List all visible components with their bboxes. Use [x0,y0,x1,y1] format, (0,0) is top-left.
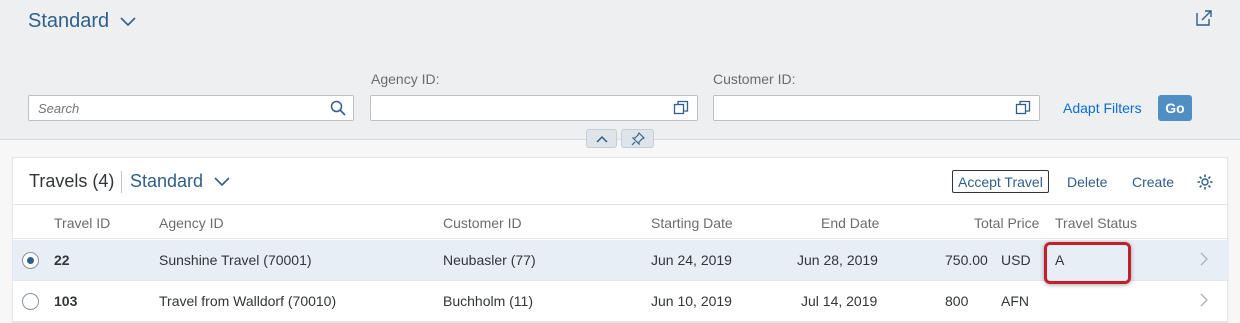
row-select-radio[interactable] [22,252,39,269]
col-starting-date[interactable]: Starting Date [651,215,733,231]
column-header-row: Travel ID Agency ID Customer ID Starting… [13,205,1229,239]
col-total-price[interactable]: Total Price [974,215,1039,231]
navigation-arrow-icon[interactable] [1200,252,1208,266]
search-icon[interactable] [330,100,346,116]
variant-label: Standard [28,10,110,32]
collapse-icon [595,135,608,143]
variant-selector[interactable]: Standard [28,10,137,33]
value-help-icon[interactable] [673,100,689,116]
col-customer-id[interactable]: Customer ID [443,215,522,231]
cell-agency: Travel from Walldorf (70010) [159,293,337,309]
cell-agency: Sunshine Travel (70001) [159,252,312,268]
customer-id-label: Customer ID: [713,71,796,87]
chevron-down-icon [120,16,136,26]
col-travel-id[interactable]: Travel ID [54,215,110,231]
customer-id-field[interactable] [713,95,1040,121]
cell-start-date: Jun 10, 2019 [651,293,732,309]
value-help-icon[interactable] [1015,100,1031,116]
share-icon[interactable] [1194,8,1214,28]
chevron-down-icon [214,176,230,186]
cell-customer: Neubasler (77) [443,252,536,268]
table-toolbar: Travels (4) Standard Accept Travel Delet… [13,158,1229,205]
table-title: Travels (4) [29,171,115,191]
cell-end-date: Jun 28, 2019 [797,252,878,268]
col-travel-status[interactable]: Travel Status [1055,215,1137,231]
go-button[interactable]: Go [1158,95,1192,121]
cell-start-date: Jun 24, 2019 [651,252,732,268]
cell-currency: USD [1001,252,1031,268]
search-input[interactable]: Search [28,95,354,121]
cell-currency: AFN [1001,293,1029,309]
agency-id-label: Agency ID: [371,71,440,87]
accept-travel-button[interactable]: Accept Travel [952,170,1049,193]
status-highlight-box [1044,242,1131,284]
col-end-date[interactable]: End Date [821,215,879,231]
delete-button[interactable]: Delete [1067,174,1107,190]
cell-end-date: Jul 14, 2019 [801,293,878,309]
agency-id-field[interactable] [370,95,698,121]
table-row[interactable]: 103 Travel from Walldorf (70010) Buchhol… [13,281,1229,322]
pin-header-button[interactable] [621,129,654,148]
settings-icon[interactable] [1196,173,1214,191]
cell-travel-id: 22 [54,252,70,268]
row-select-radio[interactable] [22,293,39,310]
search-placeholder: Search [38,101,80,116]
adapt-filters-button[interactable]: Adapt Filters [1063,100,1142,116]
toolbar-separator [121,171,122,193]
table-variant-label: Standard [130,171,204,191]
create-button[interactable]: Create [1132,174,1174,190]
col-agency-id[interactable]: Agency ID [159,215,224,231]
cell-price: 800 [945,293,969,309]
filter-bar: Standard Search Agency ID: Customer ID: … [0,0,1240,140]
collapse-header-button[interactable] [586,129,617,148]
cell-travel-id: 103 [54,293,78,309]
table-variant-selector[interactable]: Standard [130,171,231,192]
cell-customer: Buchholm (11) [443,293,534,309]
cell-price: 750.00 [945,252,988,268]
travels-table: Travels (4) Standard Accept Travel Delet… [12,157,1229,323]
navigation-arrow-icon[interactable] [1200,293,1208,307]
pin-icon [631,131,645,145]
